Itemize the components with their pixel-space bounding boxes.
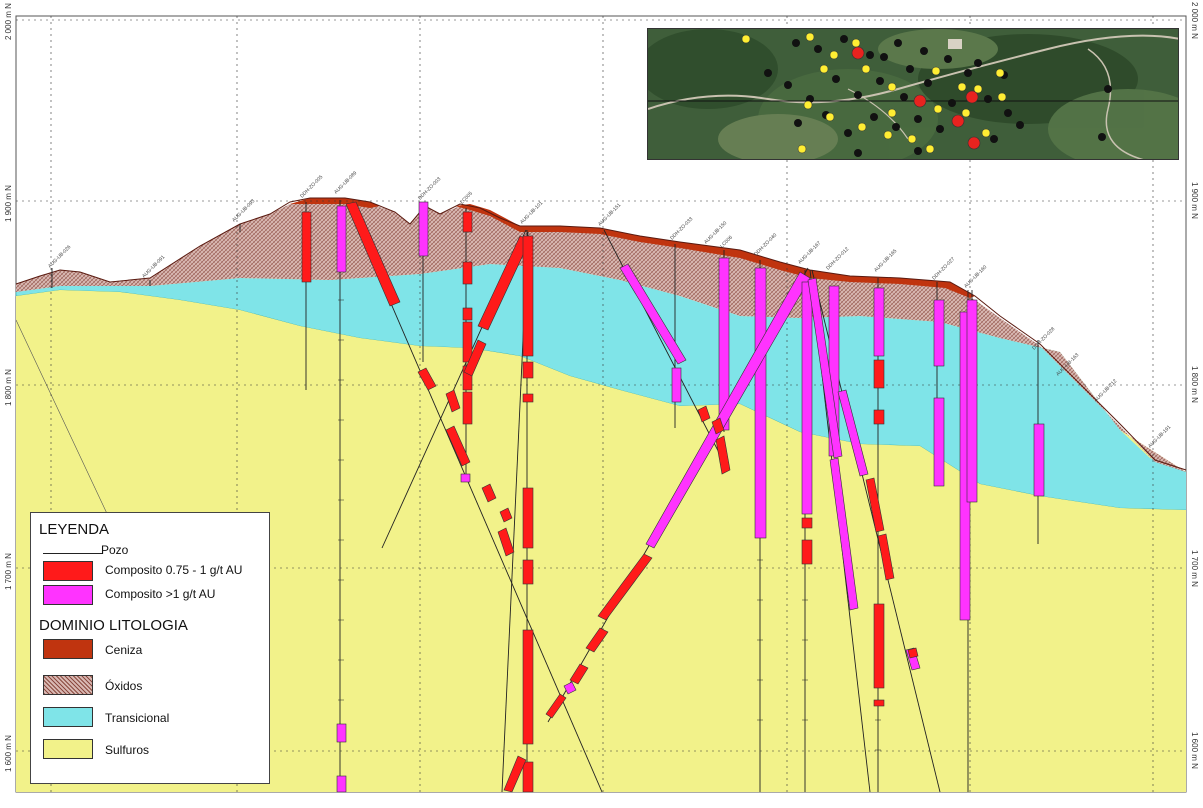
inset-satellite-image [648, 29, 1178, 159]
location-inset-map [647, 28, 1179, 160]
axis-label-1800-right: 1 800 m N [1190, 366, 1199, 403]
axis-label-2000-left: 2 000 m N [4, 3, 13, 40]
axis-label-1600-left: 1 600 m N [4, 735, 13, 772]
axis-label-1900-left: 1 900 m N [4, 185, 13, 222]
axis-label-1800-left: 1 800 m N [4, 369, 13, 406]
hole-line-swatch [43, 553, 103, 554]
legend-hole-label: Pozo [101, 543, 129, 557]
legend-oxides: Óxidos [105, 679, 143, 693]
legend-composite-low: Composito 0.75 - 1 g/t AU [105, 563, 243, 577]
transitional-swatch [43, 707, 93, 727]
oxides-swatch [43, 675, 93, 695]
axis-label-1700-right: 1 700 m N [1190, 550, 1199, 587]
legend-ash: Ceniza [105, 643, 143, 657]
sulfides-swatch [43, 739, 93, 759]
legend-composite-high: Composito >1 g/t AU [105, 587, 216, 601]
ash-swatch [43, 639, 93, 659]
axis-label-1700-left: 1 700 m N [4, 553, 13, 590]
composite-low-swatch [43, 561, 93, 581]
axis-label-1900-right: 1 900 m N [1190, 182, 1199, 219]
legend-sulfides: Sulfuros [105, 743, 150, 757]
legend-transitional: Transicional [105, 711, 170, 725]
composite-high-swatch [43, 585, 93, 605]
legend-panel: LEYENDA Pozo Composito 0.75 - 1 g/t AU C… [30, 512, 270, 784]
axis-label-2000-right: 2 000 m N [1190, 2, 1199, 39]
axis-label-1600-right: 1 600 m N [1190, 732, 1199, 769]
legend-title: LEYENDA [39, 521, 110, 538]
legend-domain-title: DOMINIO LITOLOGIA [39, 617, 188, 634]
